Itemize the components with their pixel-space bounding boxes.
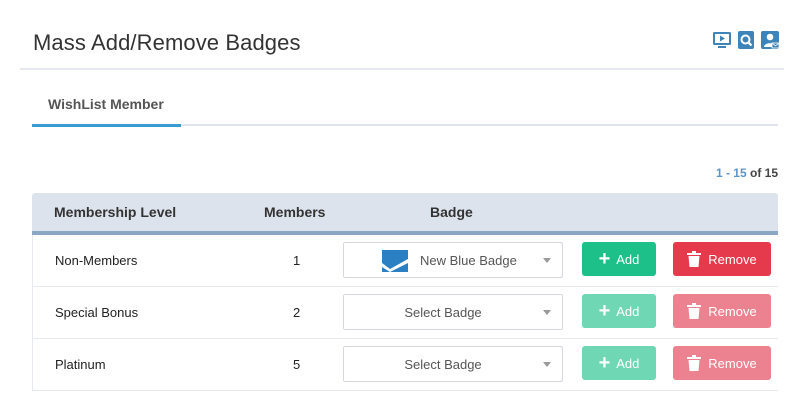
tab-bar: WishList Member xyxy=(32,84,778,127)
column-header-badge: Badge xyxy=(430,204,473,220)
badge-select-value: New Blue Badge xyxy=(420,253,517,268)
page-separator: - xyxy=(722,166,734,180)
page-start: 1 xyxy=(715,166,723,180)
table-row: Special Bonus 2 Select Badge + Add Remov… xyxy=(32,287,778,339)
remove-badge-button[interactable]: Remove xyxy=(673,242,771,276)
page-end: 15 xyxy=(733,166,747,180)
tab-label: WishList Member xyxy=(48,96,164,112)
membership-table: Membership Level Members Badge Non-Membe… xyxy=(32,193,778,391)
level-name: Non-Members xyxy=(55,253,138,268)
header-icons xyxy=(712,30,780,50)
user-mail-icon[interactable] xyxy=(760,30,780,50)
chevron-down-icon xyxy=(543,258,551,263)
badge-select[interactable]: New Blue Badge xyxy=(343,242,563,278)
trash-icon xyxy=(687,251,702,267)
table-row: Non-Members 1 New Blue Badge + Add Remov… xyxy=(32,235,778,287)
add-button-label: Add xyxy=(616,251,640,267)
remove-button-label: Remove xyxy=(708,355,757,371)
blue-badge-logo-icon xyxy=(382,250,408,272)
tab-wishlist-member[interactable]: WishList Member xyxy=(32,84,181,127)
trash-icon xyxy=(687,303,702,319)
badge-select[interactable]: Select Badge xyxy=(343,346,563,382)
level-name: Platinum xyxy=(55,357,106,372)
member-count: 2 xyxy=(293,305,301,320)
badge-select-value: Select Badge xyxy=(404,305,482,320)
level-name: Special Bonus xyxy=(55,305,139,320)
add-badge-button[interactable]: + Add xyxy=(582,242,656,276)
plus-icon: + xyxy=(598,352,611,374)
video-icon[interactable] xyxy=(712,30,732,50)
page-header: Mass Add/Remove Badges xyxy=(20,0,784,70)
add-badge-button[interactable]: + Add xyxy=(582,346,656,380)
page-title: Mass Add/Remove Badges xyxy=(33,30,301,55)
member-count: 5 xyxy=(293,357,301,372)
page-total: of 15 xyxy=(746,166,778,180)
add-badge-button[interactable]: + Add xyxy=(582,294,656,328)
badge-select-value: Select Badge xyxy=(404,357,482,372)
table-header: Membership Level Members Badge xyxy=(32,193,778,235)
column-header-level: Membership Level xyxy=(54,204,177,220)
add-button-label: Add xyxy=(616,355,640,371)
add-button-label: Add xyxy=(616,303,640,319)
column-header-members: Members xyxy=(264,204,326,220)
pagination-info: 1 - 15 of 15 xyxy=(716,166,778,180)
remove-button-label: Remove xyxy=(708,251,757,267)
chevron-down-icon xyxy=(543,362,551,367)
member-count: 1 xyxy=(293,253,301,268)
trash-icon xyxy=(687,355,702,371)
chevron-down-icon xyxy=(543,310,551,315)
plus-icon: + xyxy=(598,248,611,270)
plus-icon: + xyxy=(598,300,611,322)
table-row: Platinum 5 Select Badge + Add Remove xyxy=(32,339,778,391)
search-doc-icon[interactable] xyxy=(736,30,756,50)
remove-badge-button[interactable]: Remove xyxy=(673,294,771,328)
badge-select[interactable]: Select Badge xyxy=(343,294,563,330)
remove-button-label: Remove xyxy=(708,303,757,319)
remove-badge-button[interactable]: Remove xyxy=(673,346,771,380)
